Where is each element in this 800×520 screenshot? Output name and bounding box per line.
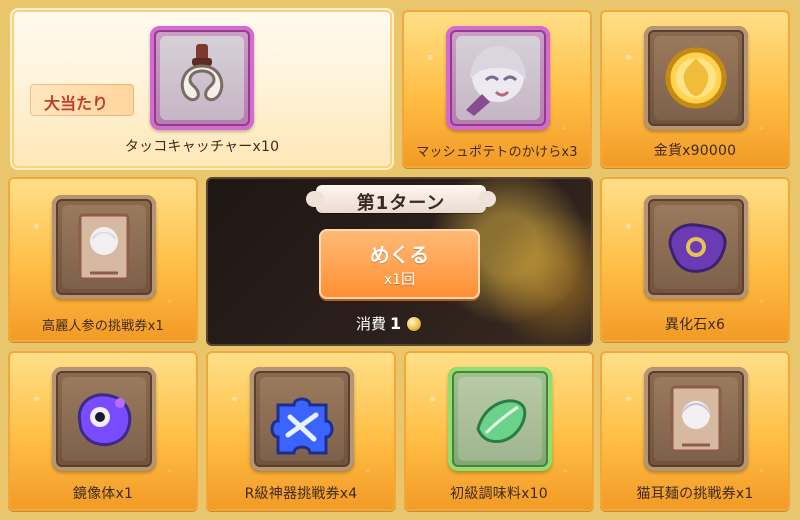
flip-button[interactable]: めくる x1回: [319, 229, 480, 299]
reward-tile-gold[interactable]: 金貨x90000: [600, 10, 790, 168]
grand-prize-badge: 大当たり: [30, 84, 134, 116]
reward-icon-frame: [150, 26, 254, 130]
reward-tile-rkyu[interactable]: R級神器挑戦券x4: [206, 351, 396, 511]
reward-icon-frame: [644, 26, 748, 130]
turn-label: 第1ターン: [356, 193, 446, 214]
reward-icon-frame: [52, 367, 156, 471]
reward-tile-korai[interactable]: 高麗人参の挑戦券x1: [8, 177, 198, 342]
flip-button-main: めくる: [369, 243, 430, 267]
reward-icon-frame: [448, 367, 552, 471]
mirror-slime-icon: [77, 393, 132, 446]
blue-puzzle-icon: [270, 397, 334, 455]
grand-prize-badge-text: 大当たり: [44, 94, 109, 113]
reward-tile-seasoning[interactable]: 初級調味料x10: [404, 351, 594, 511]
reward-tile-nekomimi[interactable]: 猫耳麺の挑戦券x1: [600, 351, 790, 511]
reward-tile-ika[interactable]: 異化石x6: [600, 177, 790, 342]
reward-label: マッシュポテトのかけらx3: [416, 145, 578, 160]
flip-button-sub: x1回: [383, 272, 416, 288]
claw-icon: [180, 44, 224, 102]
coin-icon: [407, 317, 422, 331]
reward-tile-kyozo[interactable]: 鏡像体x1: [8, 351, 198, 511]
reward-icon-frame: [644, 195, 748, 299]
reward-icon-frame: [250, 367, 354, 471]
reward-label: 鏡像体x1: [72, 486, 134, 502]
draw-panel: 第1ターン めくる x1回 消費 1: [206, 177, 593, 346]
reward-tile-grand[interactable]: 大当たり タッコキャッチャーx10: [12, 10, 392, 168]
green-leaf-icon: [476, 399, 527, 443]
reward-label: R級神器挑戦券x4: [244, 486, 358, 502]
reward-label: 初級調味料x10: [450, 486, 548, 502]
character-portrait-icon: [466, 46, 526, 116]
consume-value: 1: [390, 314, 402, 333]
purple-stone-icon: [668, 223, 727, 273]
reward-label: 異化石x6: [664, 317, 726, 333]
consume-label: 消費: [356, 315, 387, 333]
challenge-ticket-icon: [670, 385, 722, 453]
reward-label: 高麗人参の挑戦券x1: [42, 319, 164, 334]
reward-label: タッコキャッチャーx10: [124, 139, 280, 155]
reward-icon-frame: [644, 367, 748, 471]
reward-label: 猫耳麺の挑戦券x1: [636, 486, 754, 502]
turn-ribbon: 第1ターン: [306, 185, 496, 214]
consume-info: 消費 1: [356, 313, 456, 333]
reward-tile-mash[interactable]: マッシュポテトのかけらx3: [402, 10, 592, 168]
reward-icon-frame: [446, 26, 550, 130]
reward-icon-frame: [52, 195, 156, 299]
reward-label: 金貨x90000: [653, 143, 737, 159]
challenge-ticket-icon: [78, 213, 130, 281]
gold-coin-icon: [665, 47, 727, 109]
